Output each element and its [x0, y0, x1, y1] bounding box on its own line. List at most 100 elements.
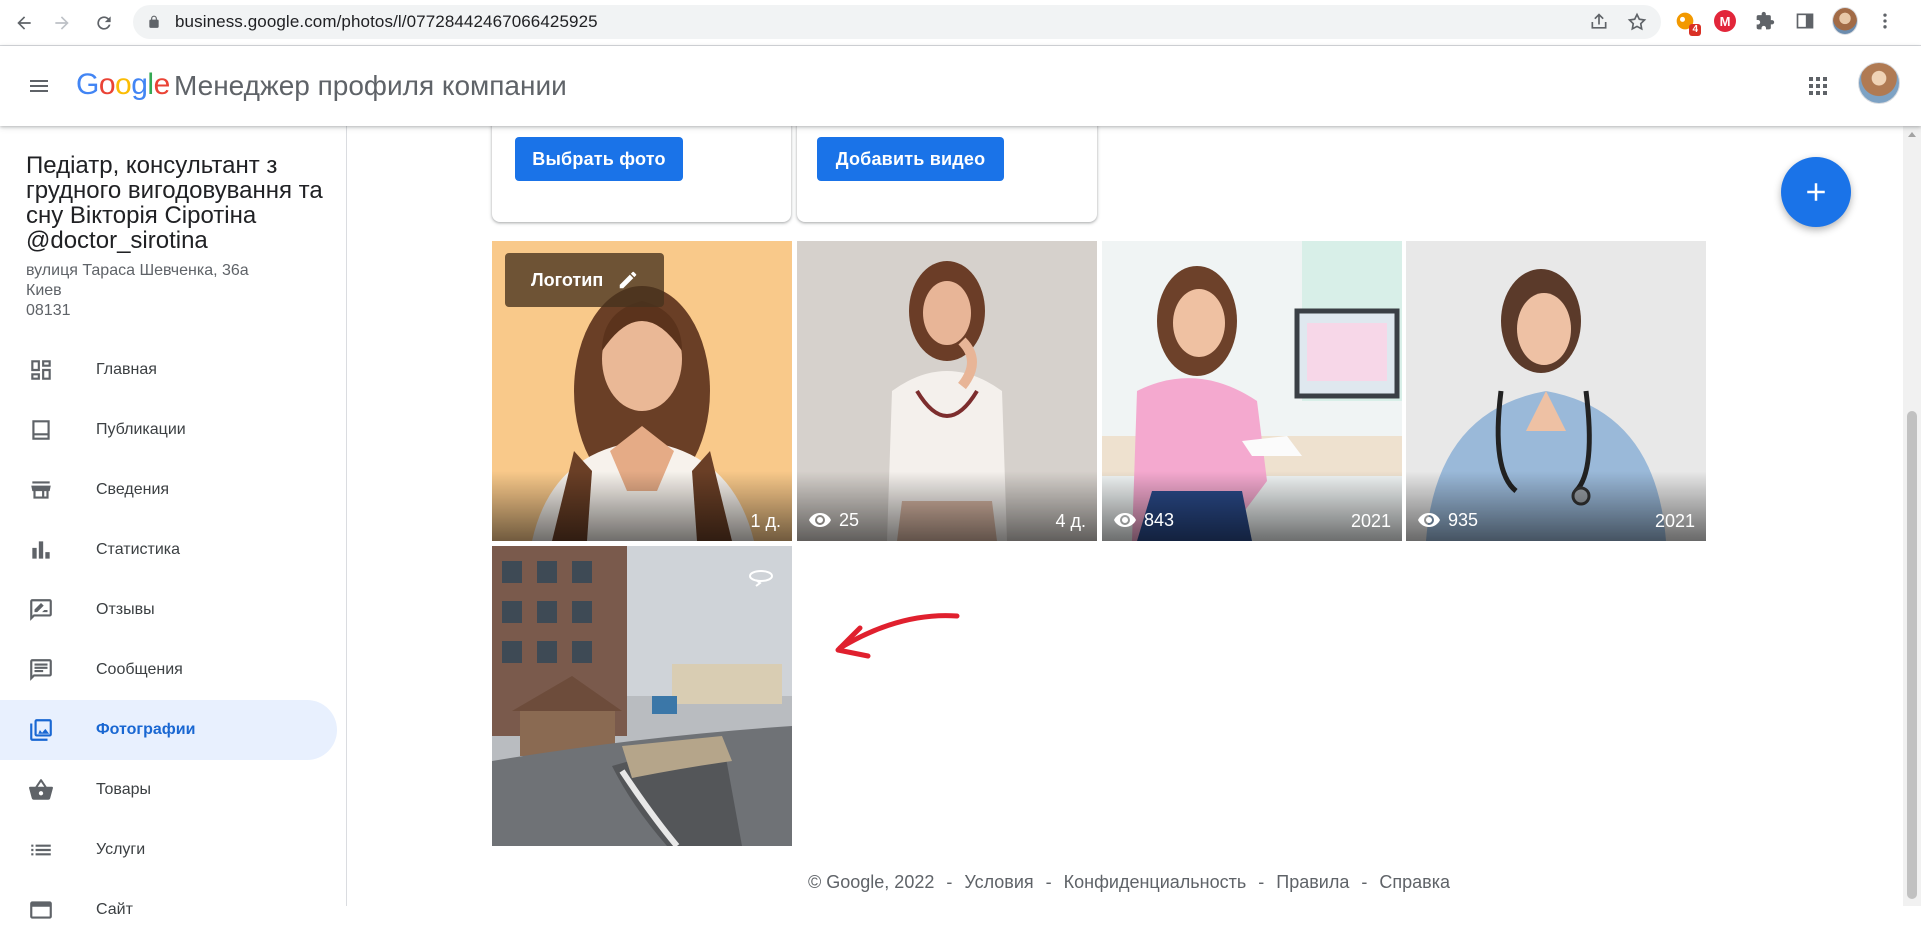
choose-photo-button[interactable]: Выбрать фото [515, 137, 683, 181]
sidebar-item-label: Отзывы [96, 601, 155, 618]
star-bookmark-icon[interactable] [1627, 12, 1647, 32]
logo-letter: G [76, 68, 99, 101]
photo-views: 935 [1417, 508, 1478, 532]
arrow-left-icon [17, 16, 31, 30]
photo-age: 2021 [1350, 511, 1391, 531]
sidebar-item-info[interactable]: Сведения [0, 460, 337, 520]
sidebar-item-products[interactable]: Товары [0, 760, 337, 820]
main-content: Выбрать фото Добавить видео Логотип 1 д. [348, 126, 1903, 906]
photo-views: 25 [808, 508, 859, 532]
panorama-360-icon [749, 570, 773, 587]
footer-separator: - [1361, 872, 1368, 892]
footer-separator: - [946, 872, 953, 892]
upload-video-card: Добавить видео [797, 126, 1097, 222]
sidebar-item-home[interactable]: Главная [0, 340, 337, 400]
photo-tile[interactable]: 935 2021 [1406, 241, 1706, 541]
add-video-button[interactable]: Добавить видео [817, 137, 1004, 181]
footer-separator: - [1258, 872, 1265, 892]
pencil-icon [619, 271, 637, 289]
message-icon [30, 659, 52, 681]
sidebar-item-label: Сайт [96, 901, 133, 918]
browser-toolbar: business.google.com/photos/l/07728442467… [0, 0, 1921, 46]
sidebar-item-photos[interactable]: Фотографии [0, 700, 337, 760]
logo-edit-chip[interactable]: Логотип [505, 253, 664, 307]
footer-copyright: © Google, 2022 [808, 872, 935, 892]
sidebar-item-label: Главная [96, 361, 157, 378]
scrollbar-thumb[interactable] [1907, 411, 1917, 899]
photo-tile[interactable]: 25 4 д. [797, 241, 1097, 541]
rate-review-icon [30, 599, 52, 621]
logo-letter: o [115, 68, 132, 101]
extensions-button[interactable] [1752, 8, 1778, 34]
bar-chart-icon [32, 541, 50, 559]
business-address: вулиця Тараса Шевченка, 36а Киев 08131 [26, 261, 249, 321]
logo-letter: g [131, 68, 148, 101]
sidebar-item-label: Статистика [96, 541, 181, 558]
store-icon [31, 481, 51, 499]
side-panel-button[interactable] [1792, 8, 1818, 34]
share-icon[interactable] [1589, 12, 1609, 32]
extension-badge: 4 [1689, 24, 1701, 36]
sidebar-item-messages[interactable]: Сообщения [0, 640, 337, 700]
reload-button[interactable] [86, 5, 122, 41]
photo-age: 4 д. [1055, 511, 1086, 531]
sidebar-menu: Главная Публикации Сведения Статистика О… [0, 340, 337, 940]
footer-separator: - [1045, 872, 1052, 892]
address-street: вулиця Тараса Шевченка, 36а [26, 262, 249, 279]
back-button[interactable] [6, 5, 42, 41]
sidebar: Педіатр, консультант з грудного вигодову… [0, 126, 347, 919]
arrow-right-icon [55, 16, 69, 30]
sidebar-item-label: Публикации [96, 421, 186, 438]
eye-icon [809, 513, 831, 527]
account-avatar[interactable] [1858, 62, 1900, 104]
footer-terms-link[interactable]: Условия [964, 872, 1033, 893]
hamburger-menu-icon[interactable] [26, 74, 52, 98]
photo-tile-logo[interactable]: Логотип 1 д. [492, 241, 792, 541]
photo-views: 843 [1113, 508, 1174, 532]
apps-grid-icon[interactable] [1806, 74, 1830, 98]
basket-icon [29, 779, 53, 800]
business-name: Педіатр, консультант з грудного вигодову… [26, 152, 323, 254]
dashboard-icon [31, 360, 51, 380]
address-postcode: 08131 [26, 302, 71, 319]
extension-m[interactable]: M [1712, 8, 1738, 34]
footer-privacy-link[interactable]: Конфиденциальность [1064, 872, 1247, 893]
browser-menu-button[interactable] [1872, 8, 1898, 34]
side-panel-icon [1796, 13, 1814, 29]
google-logo[interactable]: Google [76, 68, 170, 102]
logo-chip-label: Логотип [531, 269, 604, 290]
forward-button[interactable] [44, 5, 80, 41]
eye-icon [1418, 513, 1440, 527]
photo-image [492, 546, 792, 846]
add-fab-button[interactable] [1781, 157, 1851, 227]
street-view-tile[interactable] [492, 546, 792, 846]
address-bar[interactable]: business.google.com/photos/l/07728442467… [133, 5, 1661, 39]
sidebar-item-label: Фотографии [96, 721, 196, 738]
footer-policies-link[interactable]: Правила [1276, 872, 1349, 893]
lock-icon [149, 15, 159, 28]
photo-tile[interactable]: 843 2021 [1102, 241, 1402, 541]
sidebar-item-statistics[interactable]: Статистика [0, 520, 337, 580]
puzzle-icon [1756, 11, 1775, 30]
sidebar-item-website[interactable]: Сайт [0, 880, 337, 940]
views-count: 935 [1448, 509, 1479, 530]
logo-letter: o [98, 68, 116, 101]
plus-icon [1807, 183, 1825, 201]
logo-letter: e [153, 68, 171, 101]
m-extension-icon: M [1714, 10, 1736, 32]
address-city: Киев [26, 282, 62, 299]
sidebar-item-reviews[interactable]: Отзывы [0, 580, 337, 640]
sidebar-item-posts[interactable]: Публикации [0, 400, 337, 460]
page-scrollbar[interactable] [1903, 126, 1921, 906]
footer-help-link[interactable]: Справка [1379, 872, 1450, 893]
profile-button[interactable] [1832, 7, 1858, 35]
photo-shade [492, 471, 792, 541]
sidebar-item-services[interactable]: Услуги [0, 820, 337, 880]
photo-age: 1 д. [750, 511, 781, 531]
list-icon [31, 844, 51, 856]
annotation-arrow-icon [835, 613, 960, 659]
scroll-up-arrow-icon[interactable] [1908, 132, 1916, 137]
extension-notification[interactable]: 4 [1672, 8, 1701, 36]
views-count: 25 [839, 509, 860, 530]
sidebar-item-label: Сведения [96, 481, 170, 498]
